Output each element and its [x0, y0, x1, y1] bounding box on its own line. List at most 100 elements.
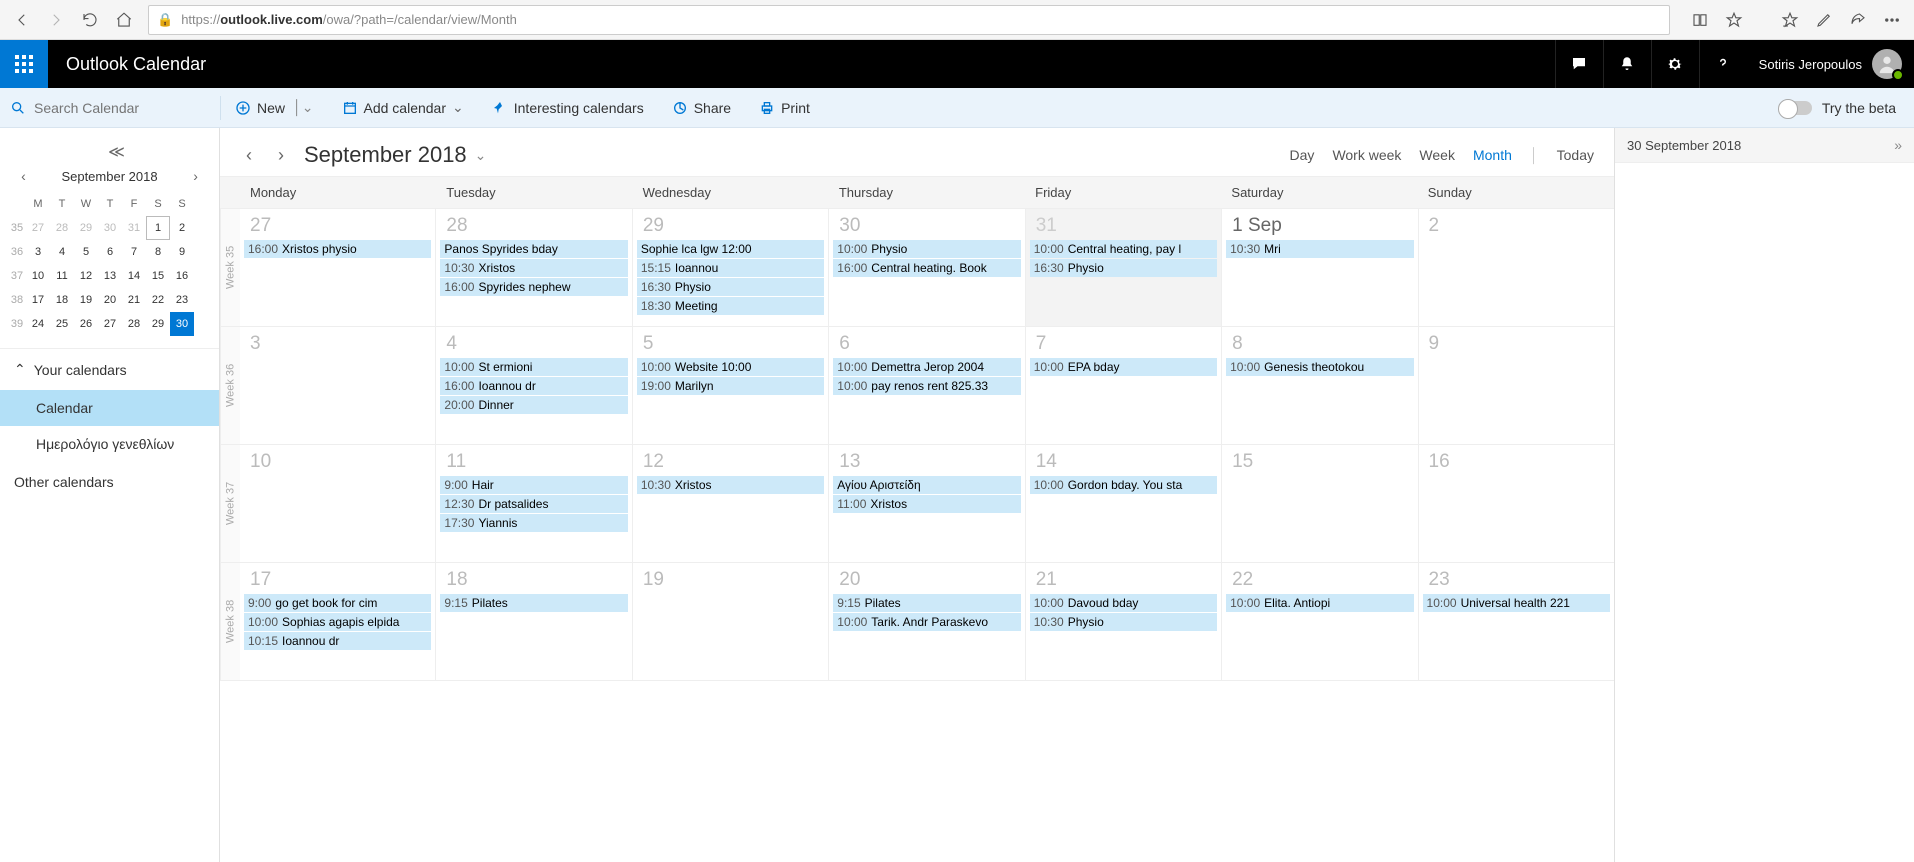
calendar-event[interactable]: 9:00Hair: [440, 476, 627, 494]
day-cell[interactable]: 13Αγίου Αριστείδη11:00Xristos: [829, 445, 1025, 562]
calendar-event[interactable]: 10:30Physio: [1030, 613, 1217, 631]
calendar-event[interactable]: 16:00Spyrides nephew: [440, 278, 627, 296]
mini-day-cell[interactable]: 28: [122, 312, 146, 336]
mini-day-cell[interactable]: 7: [122, 240, 146, 264]
day-cell[interactable]: 3: [240, 327, 436, 444]
mini-day-cell[interactable]: 26: [74, 312, 98, 336]
calendar-event[interactable]: 15:15Ioannou: [637, 259, 824, 277]
calendar-event[interactable]: 16:30Physio: [1030, 259, 1217, 277]
mini-day-cell[interactable]: 14: [122, 264, 146, 288]
mini-day-cell[interactable]: 17: [26, 288, 50, 312]
day-cell[interactable]: 710:00EPA bday: [1026, 327, 1222, 444]
calendar-event[interactable]: 16:00Xristos physio: [244, 240, 431, 258]
calendar-event[interactable]: 10:00Gordon bday. You sta: [1030, 476, 1217, 494]
day-cell[interactable]: 3110:00Central heating, pay l16:30Physio: [1026, 209, 1222, 326]
calendar-event[interactable]: 10:30Xristos: [440, 259, 627, 277]
day-cell[interactable]: 179:00go get book for cim10:00Sophias ag…: [240, 563, 436, 680]
mini-day-cell[interactable]: 10: [26, 264, 50, 288]
reading-view-icon[interactable]: [1684, 4, 1716, 36]
calendar-event[interactable]: 10:00Tarik. Andr Paraskevo: [833, 613, 1020, 631]
your-calendars-header[interactable]: ⌃ Your calendars: [0, 348, 219, 390]
mini-day-cell[interactable]: 2: [170, 216, 194, 240]
view-week[interactable]: Week: [1419, 147, 1455, 163]
prev-month-button[interactable]: ‹: [13, 168, 33, 184]
mini-day-cell[interactable]: 20: [98, 288, 122, 312]
notes-icon[interactable]: [1808, 4, 1840, 36]
print-button[interactable]: Print: [745, 100, 824, 116]
mini-day-cell[interactable]: 27: [26, 216, 50, 240]
toggle-switch[interactable]: [1778, 101, 1812, 115]
mini-day-cell[interactable]: 18: [50, 288, 74, 312]
calendar-title[interactable]: September 2018 ⌄: [304, 142, 486, 168]
view-today[interactable]: Today: [1557, 147, 1594, 163]
forward-button[interactable]: [40, 4, 72, 36]
day-cell[interactable]: 2210:00Elita. Antiopi: [1222, 563, 1418, 680]
more-icon[interactable]: [1876, 4, 1908, 36]
mini-day-cell[interactable]: 3: [26, 240, 50, 264]
refresh-button[interactable]: [74, 4, 106, 36]
view-day[interactable]: Day: [1290, 147, 1315, 163]
mini-day-cell[interactable]: 29: [146, 312, 170, 336]
mini-day-cell[interactable]: 11: [50, 264, 74, 288]
cal-prev-button[interactable]: ‹: [240, 145, 258, 166]
mini-day-cell[interactable]: 5: [74, 240, 98, 264]
day-cell[interactable]: 9: [1419, 327, 1614, 444]
day-cell[interactable]: 19: [633, 563, 829, 680]
chat-icon[interactable]: [1555, 40, 1603, 88]
day-cell[interactable]: 10: [240, 445, 436, 562]
mini-day-cell[interactable]: 28: [50, 216, 74, 240]
mini-day-cell[interactable]: 1: [146, 216, 170, 240]
day-cell[interactable]: 2310:00Universal health 221: [1419, 563, 1614, 680]
day-cell[interactable]: 3010:00Physio16:00Central heating. Book: [829, 209, 1025, 326]
calendar-event[interactable]: 11:00Xristos: [833, 495, 1020, 513]
calendar-event[interactable]: 10:00EPA bday: [1030, 358, 1217, 376]
calendar-event[interactable]: 10:00Website 10:00: [637, 358, 824, 376]
calendar-event[interactable]: 16:00Ioannou dr: [440, 377, 627, 395]
favorite-star-icon[interactable]: [1718, 4, 1750, 36]
calendar-event[interactable]: 10:30Xristos: [637, 476, 824, 494]
expand-icon[interactable]: »: [1894, 137, 1902, 153]
calendar-event[interactable]: Panos Spyrides bday: [440, 240, 627, 258]
mini-day-cell[interactable]: 22: [146, 288, 170, 312]
day-cell[interactable]: 2716:00Xristos physio: [240, 209, 436, 326]
mini-day-cell[interactable]: 24: [26, 312, 50, 336]
day-cell[interactable]: 410:00St ermioni16:00Ioannou dr20:00Dinn…: [436, 327, 632, 444]
view-workweek[interactable]: Work week: [1332, 147, 1401, 163]
day-cell[interactable]: 2110:00Davoud bday10:30Physio: [1026, 563, 1222, 680]
calendar-event[interactable]: 10:00pay renos rent 825.33: [833, 377, 1020, 395]
mini-day-cell[interactable]: 23: [170, 288, 194, 312]
try-beta-toggle[interactable]: Try the beta: [1778, 100, 1914, 116]
share-button[interactable]: Share: [658, 100, 745, 116]
calendar-event[interactable]: 10:30Mri: [1226, 240, 1413, 258]
calendar-event[interactable]: 19:00Marilyn: [637, 377, 824, 395]
mini-day-cell[interactable]: 25: [50, 312, 74, 336]
mini-day-cell[interactable]: 19: [74, 288, 98, 312]
mini-day-cell[interactable]: 30: [170, 312, 194, 336]
calendar-event[interactable]: 10:00Physio: [833, 240, 1020, 258]
calendar-event[interactable]: Sophie lca lgw 12:00: [637, 240, 824, 258]
calendar-event[interactable]: 10:00Sophias agapis elpida: [244, 613, 431, 631]
day-cell[interactable]: 16: [1419, 445, 1614, 562]
calendar-event[interactable]: 9:15Pilates: [440, 594, 627, 612]
mini-day-cell[interactable]: 31: [122, 216, 146, 240]
user-menu[interactable]: Sotiris Jeropoulos: [1747, 49, 1914, 79]
home-button[interactable]: [108, 4, 140, 36]
calendar-event[interactable]: 10:00Davoud bday: [1030, 594, 1217, 612]
day-cell[interactable]: 15: [1222, 445, 1418, 562]
calendar-event[interactable]: Αγίου Αριστείδη: [833, 476, 1020, 494]
mini-day-cell[interactable]: 9: [170, 240, 194, 264]
app-launcher-button[interactable]: [0, 40, 48, 88]
calendar-event[interactable]: 9:15Pilates: [833, 594, 1020, 612]
mini-day-cell[interactable]: 4: [50, 240, 74, 264]
day-cell[interactable]: 119:00Hair12:30Dr patsalides17:30Yiannis: [436, 445, 632, 562]
add-calendar-button[interactable]: Add calendar ⌄: [328, 99, 478, 116]
calendar-event[interactable]: 10:00Universal health 221: [1423, 594, 1610, 612]
help-icon[interactable]: [1699, 40, 1747, 88]
day-cell[interactable]: 1 Sep10:30Mri: [1222, 209, 1418, 326]
calendar-event[interactable]: 20:00Dinner: [440, 396, 627, 414]
search-input[interactable]: [34, 100, 194, 116]
calendar-event[interactable]: 16:00Central heating. Book: [833, 259, 1020, 277]
favorites-icon[interactable]: [1774, 4, 1806, 36]
mini-day-cell[interactable]: 16: [170, 264, 194, 288]
calendar-event[interactable]: 9:00go get book for cim: [244, 594, 431, 612]
